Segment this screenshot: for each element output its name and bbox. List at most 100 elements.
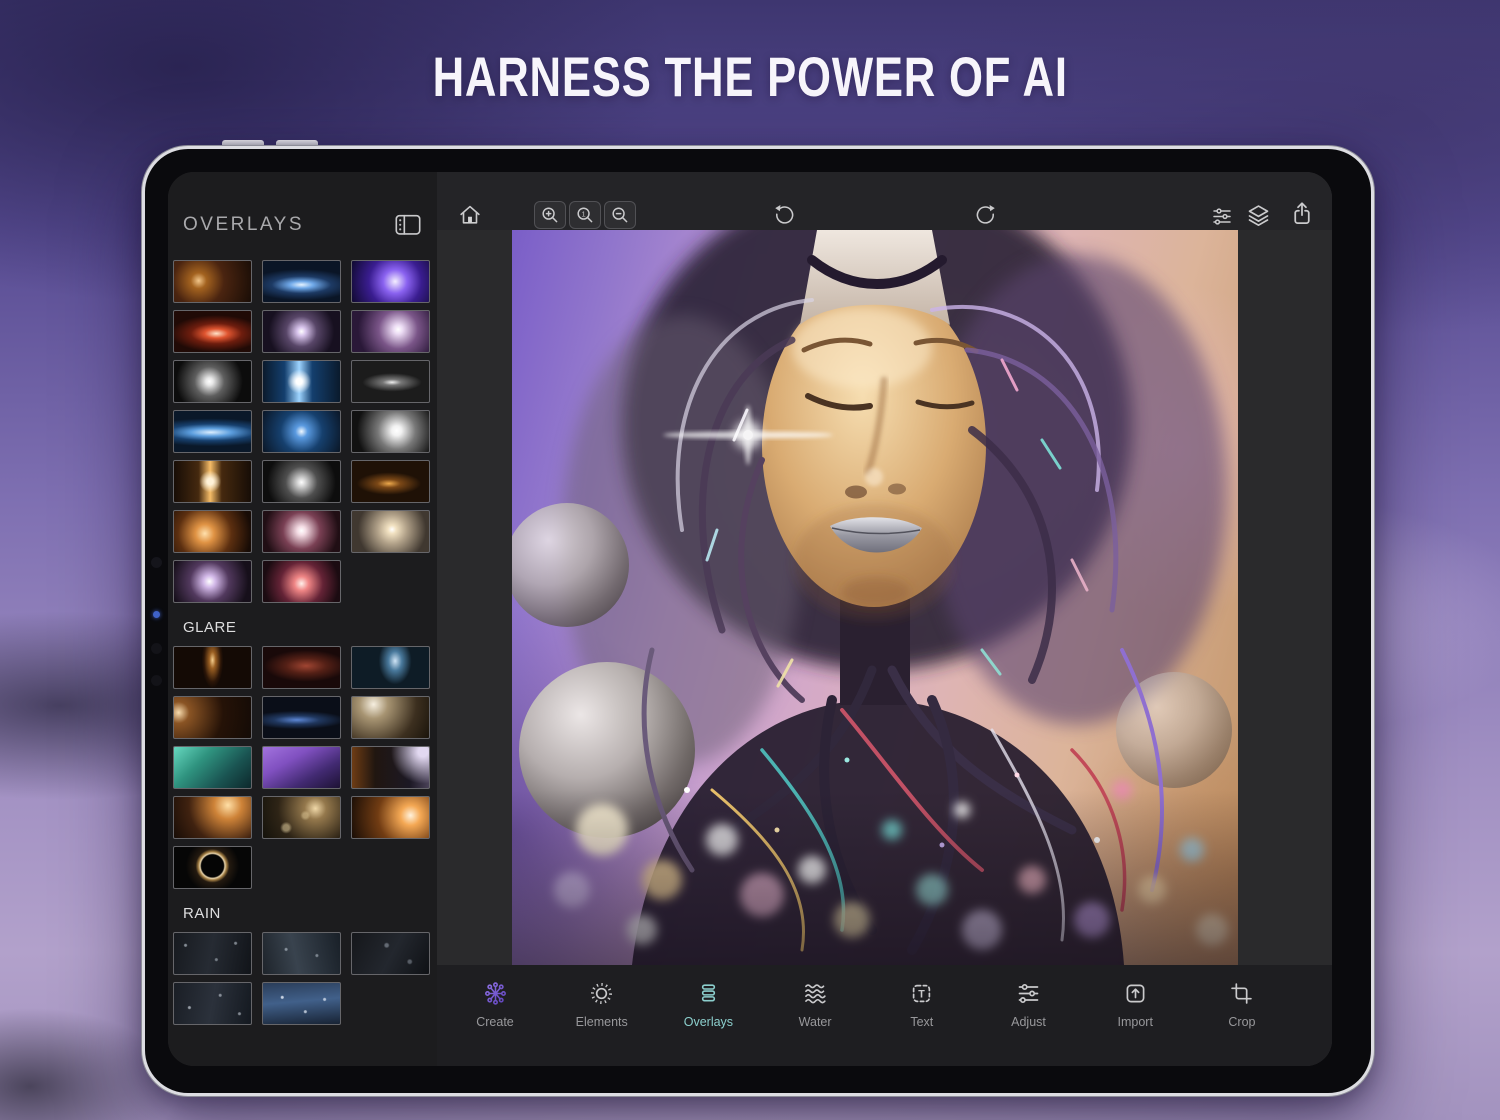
tablet-screen: OVERLAYS GLARE (168, 172, 1332, 1066)
thumb-violet-glow-star[interactable] (173, 560, 252, 603)
thumb-rose-starburst[interactable] (262, 510, 341, 553)
cyborg-portrait-art (512, 230, 1238, 965)
thumb-blue-vertical-beams[interactable] (262, 360, 341, 403)
thumb-pink-starburst[interactable] (262, 560, 341, 603)
thumb-amber-pillar[interactable] (173, 646, 252, 689)
layers-icon (1245, 202, 1272, 229)
tablet-device: OVERLAYS GLARE (142, 146, 1374, 1096)
zoom-actual-size-button[interactable]: 1 (569, 201, 601, 229)
tool-import[interactable]: Import (1103, 980, 1167, 1066)
redo-icon (973, 203, 998, 228)
thumb-rain-bokeh-dark[interactable] (351, 932, 430, 975)
adjustments-icon (1210, 204, 1234, 228)
thumb-white-starburst[interactable] (173, 360, 252, 403)
thumb-rain-speckle-blue[interactable] (262, 982, 341, 1025)
thumb-teal-mist[interactable] (173, 746, 252, 789)
tool-crop[interactable]: Crop (1210, 980, 1274, 1066)
thumb-crimson-wisp[interactable] (262, 646, 341, 689)
thumb-amber-vertical-beams[interactable] (173, 460, 252, 503)
tool-label: Water (799, 1015, 832, 1029)
glare-thumbnail-grid (168, 646, 437, 889)
ai-create-icon (482, 980, 509, 1007)
thumb-orange-flare[interactable] (173, 510, 252, 553)
camera-indicator-icon (153, 611, 160, 618)
thumb-pale-corner-glow[interactable] (351, 696, 430, 739)
thumb-violet-flare[interactable] (351, 260, 430, 303)
panel-toggle-icon (395, 214, 421, 236)
section-label-glare: GLARE (168, 603, 437, 646)
thumb-eclipse-ring[interactable] (173, 846, 252, 889)
thumb-soft-white-star[interactable] (262, 310, 341, 353)
thumb-starburst-purple[interactable] (351, 310, 430, 353)
import-icon (1122, 980, 1149, 1007)
thumb-dusk-horizon[interactable] (351, 746, 430, 789)
tool-text[interactable]: T Text (890, 980, 954, 1066)
sliders-icon (1015, 980, 1042, 1007)
thumb-dim-silver-flare[interactable] (351, 360, 430, 403)
thumb-gold-bokeh[interactable] (262, 796, 341, 839)
tool-water[interactable]: Water (783, 980, 847, 1066)
top-toolbar: 1 (437, 172, 1332, 230)
zoom-out-icon (610, 205, 630, 225)
overlays-stack-icon (695, 980, 722, 1007)
home-icon (457, 202, 483, 228)
thumb-violet-mist[interactable] (262, 746, 341, 789)
tool-label: Crop (1228, 1015, 1255, 1029)
adjustments-button[interactable] (1210, 204, 1234, 228)
tool-label: Overlays (684, 1015, 733, 1029)
tool-overlays[interactable]: Overlays (676, 980, 740, 1066)
tool-create[interactable]: Create (463, 980, 527, 1066)
thumb-bright-white-starburst[interactable] (351, 410, 430, 453)
sun-icon (588, 980, 615, 1007)
tool-label: Create (476, 1015, 514, 1029)
text-box-icon: T (908, 980, 935, 1007)
sidebar-overlays-panel: OVERLAYS GLARE (168, 172, 437, 1066)
sidebar-header: OVERLAYS (168, 172, 437, 236)
thumb-star-on-tan[interactable] (351, 510, 430, 553)
thumb-blue-streak[interactable] (262, 696, 341, 739)
zoom-in-icon (540, 205, 560, 225)
tool-label: Elements (576, 1015, 628, 1029)
thumb-rain-speckle[interactable] (173, 982, 252, 1025)
share-icon (1288, 200, 1316, 228)
thumb-white-star[interactable] (262, 460, 341, 503)
thumb-red-flare[interactable] (173, 310, 252, 353)
front-camera-icon (151, 557, 162, 568)
front-camera-icon (151, 675, 162, 686)
thumb-blue-horizontal-flare[interactable] (262, 260, 341, 303)
overlays-thumbnail-grid (168, 260, 437, 603)
tool-adjust[interactable]: Adjust (997, 980, 1061, 1066)
thumb-blue-core-flare[interactable] (262, 410, 341, 453)
zoom-out-button[interactable] (604, 201, 636, 229)
waves-icon (802, 980, 829, 1007)
rain-thumbnail-grid (168, 932, 437, 1025)
redo-button[interactable] (973, 203, 998, 228)
thumb-rain-speckle-dark[interactable] (173, 932, 252, 975)
thumb-amber-corner-flare[interactable] (173, 796, 252, 839)
front-camera-icon (151, 643, 162, 654)
tool-elements[interactable]: Elements (570, 980, 634, 1066)
sidebar-toggle-button[interactable] (395, 214, 421, 236)
thumb-warm-orange-glow[interactable] (173, 260, 252, 303)
zoom-in-button[interactable] (534, 201, 566, 229)
canvas-image[interactable] (512, 230, 1238, 965)
page-title: HARNESS THE POWER OF AI (0, 44, 1500, 109)
undo-button[interactable] (772, 203, 797, 228)
tool-label: Text (910, 1015, 933, 1029)
svg-text:1: 1 (582, 209, 586, 218)
share-button[interactable] (1288, 200, 1316, 228)
page: { "headline": "HARNESS THE POWER OF AI",… (0, 0, 1500, 1120)
undo-icon (772, 203, 797, 228)
thumb-amber-glow[interactable] (351, 460, 430, 503)
editor-main-area: 1 (437, 172, 1332, 1066)
thumb-wide-blue-flare[interactable] (173, 410, 252, 453)
tool-label: Adjust (1011, 1015, 1046, 1029)
thumb-rain-streaks[interactable] (262, 932, 341, 975)
layers-button[interactable] (1245, 202, 1272, 229)
home-button[interactable] (457, 202, 483, 228)
tool-label: Import (1118, 1015, 1153, 1029)
thumb-orange-blaze[interactable] (351, 796, 430, 839)
thumb-blue-pillar[interactable] (351, 646, 430, 689)
thumb-ember-left-glow[interactable] (173, 696, 252, 739)
section-label-rain: RAIN (168, 889, 437, 932)
